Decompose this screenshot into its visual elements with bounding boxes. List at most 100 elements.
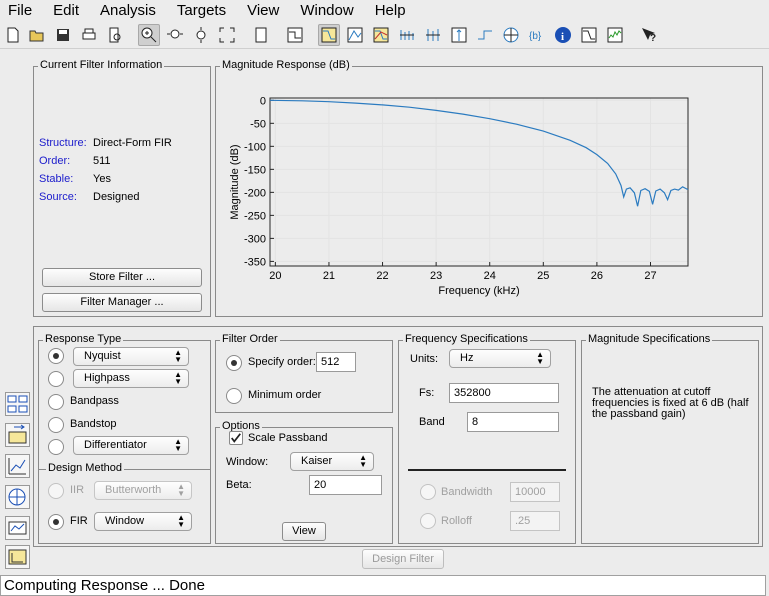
filter-order-panel: Filter Order [215, 333, 393, 413]
rolloff-input[interactable]: .25 [510, 511, 560, 531]
bandpass-label: Bandpass [70, 395, 119, 407]
magnitude-series-line [269, 99, 689, 207]
units-label: Units: [410, 353, 439, 365]
order-input[interactable]: 512 [316, 352, 356, 372]
pole-zero-editor-icon[interactable] [5, 454, 30, 478]
window-label: Window: [226, 456, 269, 468]
x-tick-label: 25 [537, 270, 549, 282]
fir-label: FIR [70, 515, 88, 527]
magnitude-estimate-icon[interactable] [578, 24, 600, 46]
radio-nyquist[interactable] [48, 348, 64, 364]
filter-order-title: Filter Order [220, 333, 280, 345]
zoom-x-icon[interactable] [164, 24, 186, 46]
highpass-popup[interactable]: Highpass ▲ ▼ [73, 369, 189, 388]
multirate-design-icon[interactable] [5, 485, 30, 509]
source-label: Source: [39, 191, 77, 203]
magnitude-specs-panel: Magnitude Specifications [581, 333, 759, 544]
menu-file[interactable]: File [8, 2, 32, 19]
bandwidth-input[interactable]: 10000 [510, 482, 560, 502]
realize-model-icon[interactable] [5, 545, 30, 569]
stable-label: Stable: [39, 173, 74, 185]
radio-fir[interactable] [48, 514, 64, 530]
import-filter-icon[interactable] [5, 423, 30, 447]
radio-bandpass[interactable] [48, 394, 64, 410]
popup-arrow-icon: ▲ ▼ [174, 348, 182, 364]
new-document-icon[interactable] [2, 24, 24, 46]
iir-label: IIR [70, 484, 85, 496]
zoom-in-icon[interactable] [138, 24, 160, 46]
y-tick-label: -200 [244, 187, 266, 199]
checkmark-icon [231, 433, 241, 443]
band-input[interactable]: 8 [467, 412, 559, 432]
x-tick-label: 23 [430, 270, 442, 282]
filter-manager-button[interactable]: Filter Manager ... [42, 293, 202, 312]
menu-window[interactable]: Window [300, 2, 353, 19]
radio-differentiator[interactable] [48, 439, 64, 455]
menu-help[interactable]: Help [375, 2, 406, 19]
structure-label: Structure: [39, 137, 87, 149]
zoom-y-icon[interactable] [190, 24, 212, 46]
order-value: 511 [93, 155, 111, 167]
popup-arrow-icon: ▲ ▼ [177, 513, 185, 529]
design-filter-icon[interactable] [5, 392, 30, 416]
magnitude-phase-icon[interactable] [370, 24, 392, 46]
radio-rolloff[interactable] [420, 513, 436, 529]
round-off-noise-icon[interactable] [604, 24, 626, 46]
menu-view[interactable]: View [247, 2, 279, 19]
filter-info-icon[interactable]: i [552, 24, 574, 46]
new-window-icon[interactable] [250, 24, 272, 46]
menu-targets[interactable]: Targets [177, 2, 226, 19]
radio-bandwidth[interactable] [420, 484, 436, 500]
design-filter-button[interactable]: Design Filter [362, 549, 444, 569]
differentiator-popup-label: Differentiator [84, 439, 147, 451]
y-axis-label: Magnitude (dB) [229, 144, 241, 219]
scale-passband-checkbox[interactable] [229, 431, 243, 445]
menu-analysis[interactable]: Analysis [100, 2, 156, 19]
design-method-title: Design Method [46, 462, 124, 474]
print-icon[interactable] [78, 24, 100, 46]
beta-input[interactable]: 20 [309, 475, 382, 495]
phase-response-icon[interactable] [344, 24, 366, 46]
specify-order-label: Specify order: [248, 356, 316, 368]
units-popup[interactable]: Hz ▲ ▼ [449, 349, 551, 368]
radio-specify-order[interactable] [226, 355, 242, 371]
menu-edit[interactable]: Edit [53, 2, 79, 19]
filter-coefficients-icon[interactable]: {b} [526, 24, 548, 46]
open-folder-icon[interactable] [26, 24, 48, 46]
transform-filter-icon[interactable] [5, 516, 30, 540]
radio-highpass[interactable] [48, 371, 64, 387]
view-button[interactable]: View [282, 522, 326, 541]
fir-method-popup[interactable]: Window ▲ ▼ [94, 512, 192, 531]
band-label: Band [419, 416, 445, 428]
store-filter-button[interactable]: Store Filter ... [42, 268, 202, 287]
svg-text:i: i [561, 31, 564, 43]
differentiator-popup[interactable]: Differentiator ▲ ▼ [73, 436, 189, 455]
response-type-title: Response Type [43, 333, 124, 345]
save-icon[interactable] [52, 24, 74, 46]
phase-delay-icon[interactable] [422, 24, 444, 46]
step-response-icon[interactable] [474, 24, 496, 46]
window-popup[interactable]: Kaiser ▲ ▼ [290, 452, 374, 471]
filter-specs-icon[interactable] [284, 24, 306, 46]
x-tick-label: 21 [323, 270, 335, 282]
source-value: Designed [93, 191, 140, 203]
pole-zero-icon[interactable] [500, 24, 522, 46]
y-tick-label: -150 [244, 164, 266, 176]
fs-input[interactable]: 352800 [449, 383, 559, 403]
popup-arrow-icon: ▲ ▼ [359, 453, 367, 469]
iir-method-popup[interactable]: Butterworth ▲ ▼ [94, 481, 192, 500]
full-view-icon[interactable] [216, 24, 238, 46]
magnitude-response-chart[interactable]: 20 21 22 23 24 25 26 27 0 -50 -100 -150 -200 -250 -300… [216, 80, 762, 316]
print-preview-icon[interactable] [104, 24, 126, 46]
whats-this-help-icon[interactable]: ? [638, 24, 660, 46]
radio-minimum-order[interactable] [226, 388, 242, 404]
y-tick-label: -300 [244, 233, 266, 245]
group-delay-icon[interactable] [396, 24, 418, 46]
svg-text:{b}: {b} [529, 31, 542, 42]
nyquist-popup[interactable]: Nyquist ▲ ▼ [73, 347, 189, 366]
magnitude-response-icon[interactable] [318, 24, 340, 46]
radio-bandstop[interactable] [48, 417, 64, 433]
radio-iir[interactable] [48, 483, 64, 499]
menu-bar: File Edit Analysis Targets View Window H… [0, 0, 769, 20]
impulse-response-icon[interactable] [448, 24, 470, 46]
